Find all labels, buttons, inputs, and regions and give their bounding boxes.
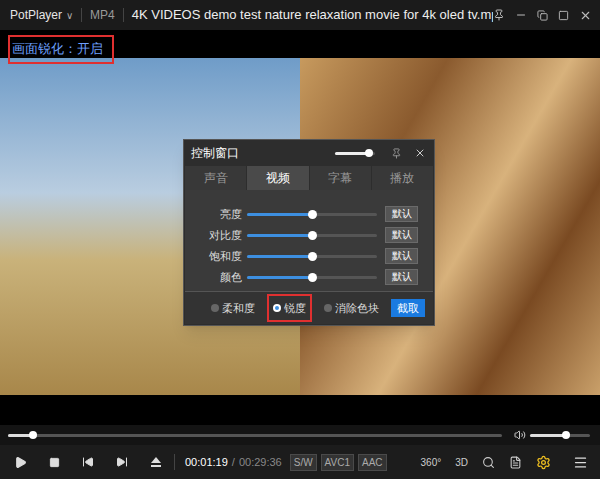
video-panel: 亮度默认对比度默认饱和度默认颜色默认	[185, 190, 433, 291]
codec-badge[interactable]: AVC1	[321, 454, 354, 471]
time-display: 00:01:19/00:29:36	[185, 454, 282, 471]
stop-icon[interactable]	[49, 457, 60, 468]
mode-button[interactable]: 3D	[455, 455, 468, 470]
mode-button[interactable]: 360°	[421, 455, 442, 470]
window-title: 4K VIDEOS demo test nature relaxation mo…	[124, 5, 493, 25]
pin-icon[interactable]	[493, 9, 505, 21]
radio-option[interactable]: 消除色块	[318, 294, 385, 323]
seek-bar[interactable]	[8, 430, 502, 440]
maximize-icon[interactable]	[558, 10, 569, 21]
playlist-search-icon[interactable]	[482, 456, 495, 469]
previous-icon[interactable]	[82, 456, 94, 468]
slider-row: 亮度默认	[185, 206, 433, 222]
adjust-slider[interactable]	[247, 229, 377, 241]
volume-slider[interactable]	[530, 430, 590, 440]
eject-icon	[150, 456, 162, 468]
control-bar: 00:01:19/00:29:36 S/WAVC1AAC 360° 3D	[0, 445, 600, 479]
radio-dot-icon	[211, 304, 219, 312]
slider-row: 对比度默认	[185, 227, 433, 243]
control-window-header: 控制窗口	[184, 140, 434, 166]
next-icon[interactable]	[116, 456, 128, 468]
app-menu[interactable]: PotPlayer∨	[0, 6, 81, 24]
seek-row	[0, 425, 600, 445]
tab[interactable]: 声音	[185, 166, 246, 190]
adjust-slider[interactable]	[247, 250, 377, 262]
tab-bar: 声音视频字幕播放	[185, 166, 433, 190]
gear-icon[interactable]	[536, 455, 551, 470]
adjust-slider[interactable]	[247, 271, 377, 283]
subtitle-icon[interactable]	[509, 456, 522, 469]
radio-option[interactable]: 锐度	[267, 294, 312, 323]
default-button[interactable]: 默认	[385, 269, 418, 285]
slider-row: 饱和度默认	[185, 248, 433, 264]
title-bar: PotPlayer∨MP44K VIDEOS demo test nature …	[0, 0, 600, 30]
tab[interactable]: 播放	[372, 166, 433, 190]
close-icon[interactable]	[414, 147, 426, 159]
default-button[interactable]: 默认	[385, 227, 418, 243]
radio-option[interactable]: 柔和度	[205, 294, 261, 323]
volume-icon[interactable]	[514, 429, 526, 441]
adjust-slider[interactable]	[247, 208, 377, 220]
default-button[interactable]: 默认	[385, 206, 418, 222]
radio-dot-icon	[273, 304, 281, 312]
default-button[interactable]: 默认	[385, 248, 418, 264]
control-window: 控制窗口声音视频字幕播放亮度默认对比度默认饱和度默认颜色默认柔和度锐度消除色块截…	[183, 139, 435, 326]
tab[interactable]: 视频	[247, 166, 308, 190]
format-label: MP4	[82, 6, 123, 24]
eject-button[interactable]	[150, 456, 162, 468]
codec-badge[interactable]: AAC	[358, 454, 387, 471]
play-icon[interactable]	[14, 456, 27, 469]
close-icon[interactable]	[579, 9, 592, 22]
restore-icon[interactable]	[537, 10, 548, 21]
capture-button[interactable]: 截取	[391, 299, 425, 317]
radio-dot-icon	[324, 304, 332, 312]
potplayer-window: PotPlayer∨MP44K VIDEOS demo test nature …	[0, 0, 600, 479]
menu-icon[interactable]	[573, 455, 588, 470]
osd-message: 画面锐化：开启	[12, 39, 103, 59]
video-area[interactable]: 画面锐化：开启控制窗口声音视频字幕播放亮度默认对比度默认饱和度默认颜色默认柔和度…	[0, 30, 600, 425]
pin-icon[interactable]	[391, 148, 402, 159]
slider-row: 颜色默认	[185, 269, 433, 285]
option-row: 柔和度锐度消除色块截取	[185, 292, 433, 324]
opacity-slider[interactable]	[335, 148, 375, 158]
codec-badge[interactable]: S/W	[290, 454, 317, 471]
minimize-icon[interactable]	[515, 9, 527, 21]
tab[interactable]: 字幕	[310, 166, 371, 190]
